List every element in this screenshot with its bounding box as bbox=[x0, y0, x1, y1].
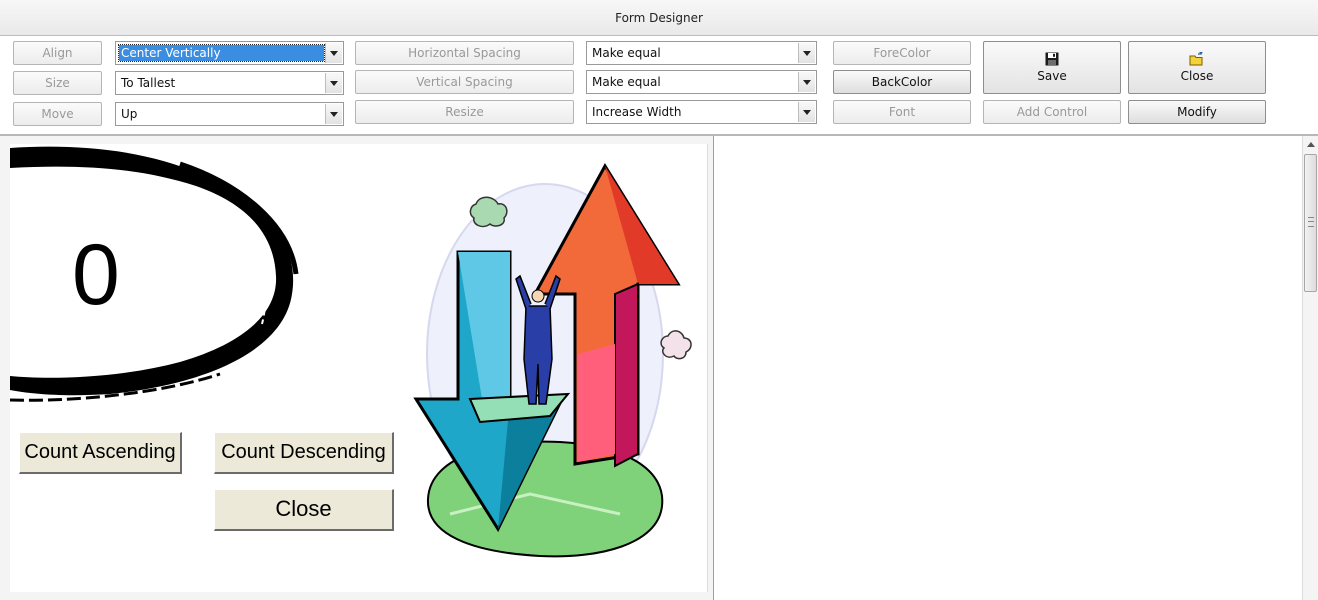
save-button[interactable]: Save bbox=[983, 41, 1121, 94]
vertical-spacing-value: Make equal bbox=[592, 75, 661, 89]
designer-toolbar: Align Size Move Center Vertically To Tal… bbox=[0, 36, 1318, 136]
resize-value: Increase Width bbox=[592, 105, 682, 119]
size-button[interactable]: Size bbox=[13, 71, 102, 95]
horizontal-spacing-value: Make equal bbox=[592, 46, 661, 60]
count-ascending-button[interactable]: Count Ascending bbox=[19, 432, 182, 474]
save-label: Save bbox=[1037, 69, 1067, 83]
size-dropdown-value: To Tallest bbox=[121, 76, 176, 90]
count-descending-button[interactable]: Count Descending bbox=[214, 432, 394, 474]
form-close-button[interactable]: Close bbox=[214, 489, 394, 531]
backcolor-button[interactable]: BackColor bbox=[833, 70, 971, 94]
move-button[interactable]: Move bbox=[13, 102, 102, 126]
chevron-down-icon[interactable] bbox=[798, 72, 815, 92]
chevron-down-icon[interactable] bbox=[798, 43, 815, 63]
window-title: Form Designer bbox=[615, 11, 703, 25]
close-label: Close bbox=[1180, 69, 1214, 83]
align-button[interactable]: Align bbox=[13, 41, 102, 65]
move-dropdown-value: Up bbox=[121, 107, 138, 121]
forecolor-button[interactable]: ForeColor bbox=[833, 41, 971, 65]
vertical-scrollbar[interactable] bbox=[1302, 136, 1318, 600]
move-dropdown[interactable]: Up bbox=[115, 102, 344, 126]
floppy-disk-icon bbox=[1045, 52, 1059, 69]
close-designer-button[interactable]: Close bbox=[1128, 41, 1266, 94]
chevron-down-icon[interactable] bbox=[325, 43, 342, 63]
form-preview-panel: 0 Count Ascending Count Descending Close bbox=[0, 136, 714, 600]
open-folder-icon bbox=[1189, 51, 1205, 69]
scroll-up-arrow-icon[interactable] bbox=[1307, 142, 1315, 147]
size-dropdown[interactable]: To Tallest bbox=[115, 71, 344, 95]
align-dropdown[interactable]: Center Vertically bbox=[115, 41, 344, 65]
counter-label: 0 bbox=[72, 227, 120, 323]
add-control-button[interactable]: Add Control bbox=[983, 100, 1121, 124]
modify-button[interactable]: Modify bbox=[1128, 100, 1266, 124]
businessman-arrows-clipart bbox=[413, 163, 692, 558]
form-surface[interactable]: 0 Count Ascending Count Descending Close bbox=[10, 144, 708, 592]
font-button[interactable]: Font bbox=[833, 100, 971, 124]
scrollbar-thumb[interactable] bbox=[1304, 154, 1317, 292]
chevron-down-icon[interactable] bbox=[798, 102, 815, 122]
horizontal-spacing-dropdown[interactable]: Make equal bbox=[586, 41, 817, 65]
chevron-down-icon[interactable] bbox=[325, 104, 342, 124]
resize-dropdown[interactable]: Increase Width bbox=[586, 100, 817, 124]
vertical-spacing-dropdown[interactable]: Make equal bbox=[586, 70, 817, 94]
resize-button[interactable]: Resize bbox=[355, 100, 574, 124]
design-canvas: 0 Count Ascending Count Descending Close bbox=[0, 136, 1318, 600]
title-bar: Form Designer bbox=[0, 0, 1318, 36]
brush-stroke-graphic bbox=[10, 146, 299, 402]
align-dropdown-value: Center Vertically bbox=[118, 44, 325, 62]
chevron-down-icon[interactable] bbox=[325, 73, 342, 93]
horizontal-spacing-button[interactable]: Horizontal Spacing bbox=[355, 41, 574, 65]
vertical-spacing-button[interactable]: Vertical Spacing bbox=[355, 70, 574, 94]
